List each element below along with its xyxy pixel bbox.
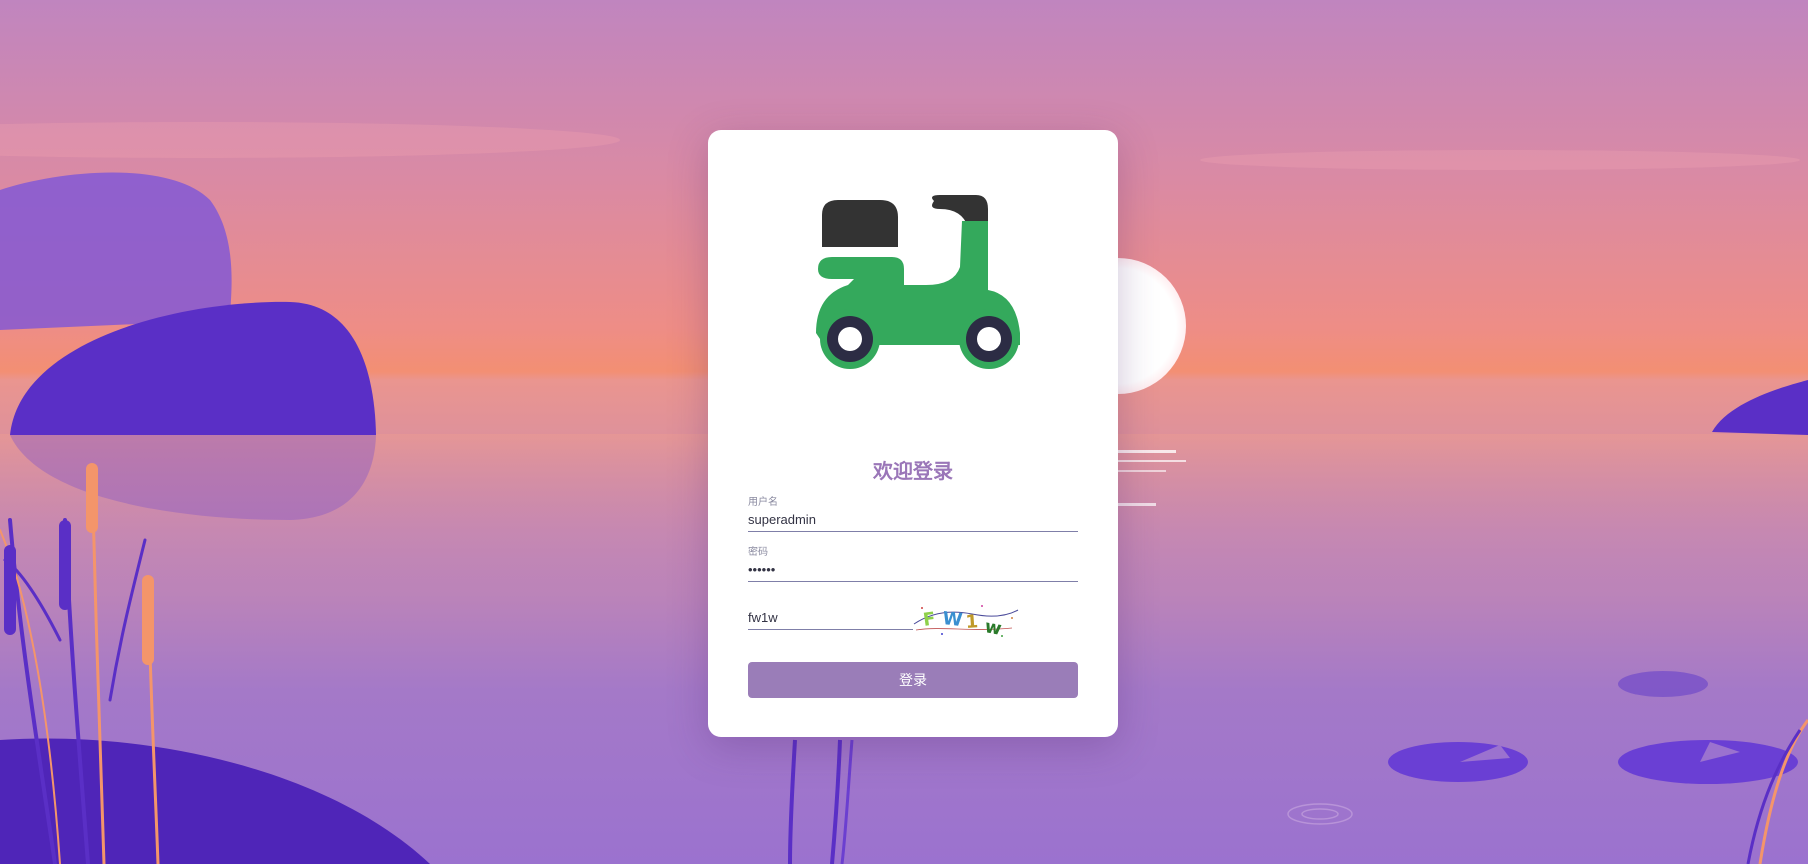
username-input[interactable]: [748, 510, 1078, 532]
password-input[interactable]: [748, 560, 1078, 582]
username-field: 用户名: [748, 496, 1078, 532]
username-label: 用户名: [748, 497, 778, 508]
left-hill-back: [0, 172, 232, 330]
password-field: 密码: [748, 546, 1078, 582]
scooter-icon: [816, 195, 1020, 369]
svg-text:F: F: [922, 608, 937, 631]
lily-pad: [1388, 742, 1528, 782]
captcha-input[interactable]: [748, 608, 913, 630]
password-label: 密码: [748, 547, 768, 558]
svg-text:1: 1: [965, 611, 979, 633]
captcha-image[interactable]: F W 1 w: [912, 598, 1020, 640]
right-hill: [1712, 380, 1808, 435]
login-button[interactable]: 登录: [748, 662, 1078, 698]
svg-text:W: W: [941, 608, 963, 631]
foreground-hill: [0, 738, 430, 864]
lily-pad: [1618, 671, 1708, 697]
login-card: 欢迎登录 用户名 密码 F W 1 w 登录: [708, 130, 1118, 737]
svg-text:w: w: [983, 616, 1003, 640]
page-title: 欢迎登录: [873, 459, 953, 483]
captcha-field: [748, 608, 913, 630]
